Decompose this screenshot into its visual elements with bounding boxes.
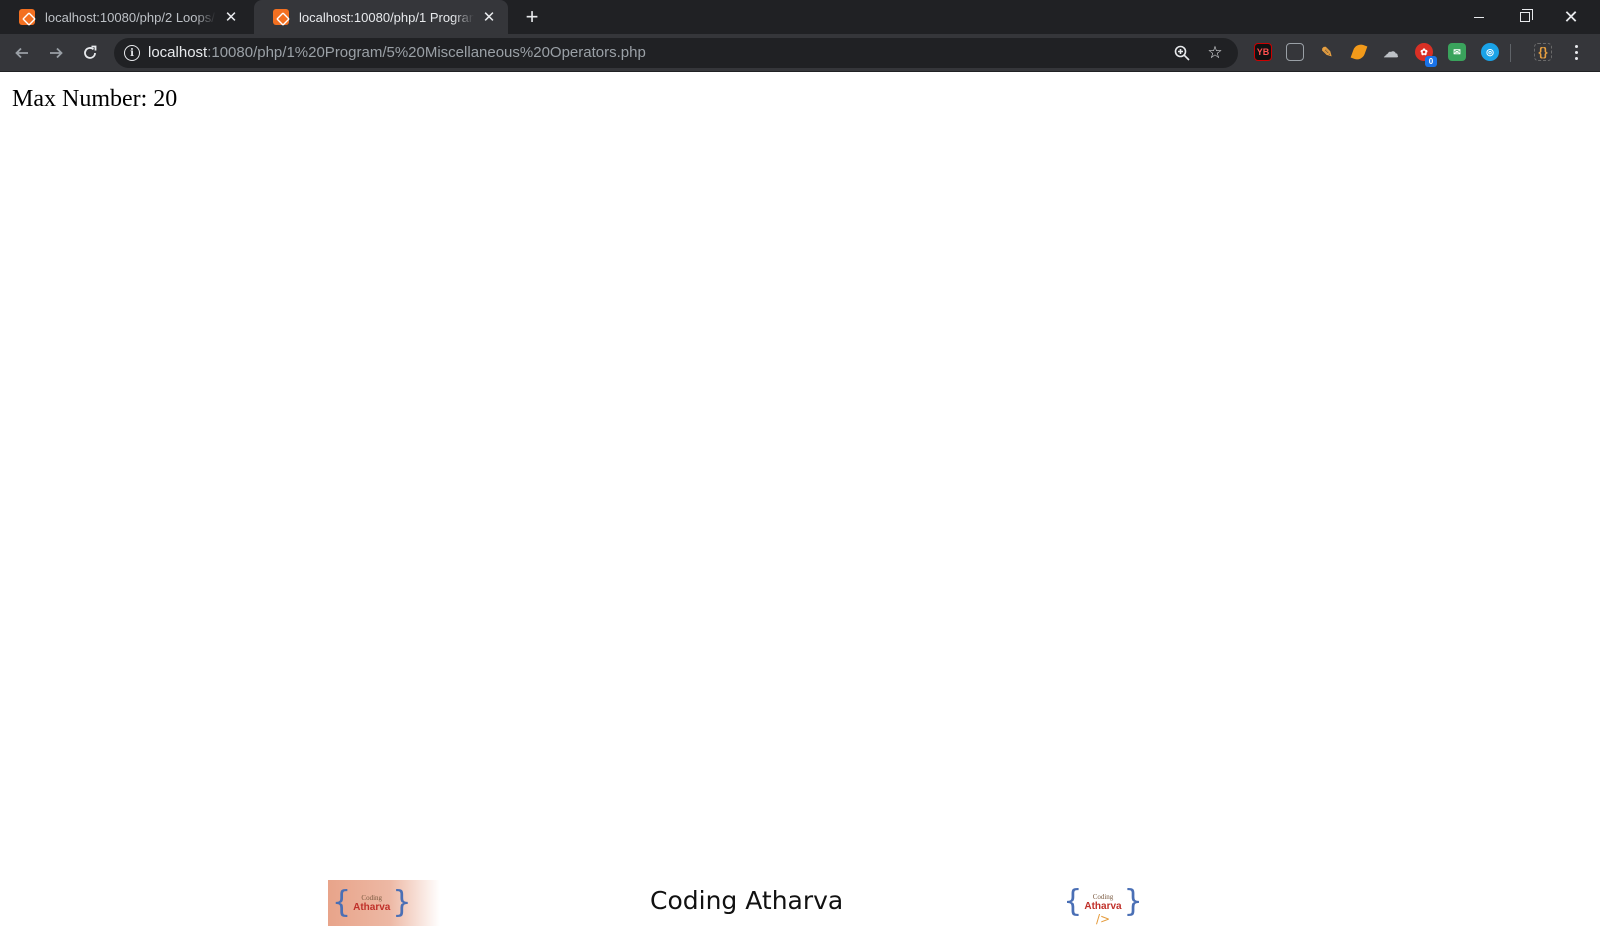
forward-button[interactable]: [42, 39, 70, 67]
restore-button[interactable]: [1502, 0, 1548, 34]
logo-brace: {: [332, 885, 352, 920]
toolbar-divider: [1510, 44, 1511, 62]
watermark-bar: { Coding Atharva } Coding Atharva { Codi…: [0, 876, 1600, 928]
info-icon[interactable]: i: [124, 45, 140, 61]
browser-titlebar: localhost:10080/php/2 Loops/5 F ✕ localh…: [0, 0, 1600, 34]
extension-badge: 0: [1425, 56, 1437, 67]
star-icon[interactable]: ☆: [1204, 42, 1226, 64]
minimize-button[interactable]: [1456, 0, 1502, 34]
back-button[interactable]: [8, 39, 36, 67]
close-icon[interactable]: ✕: [480, 8, 498, 26]
arrow-left-icon: [15, 47, 28, 59]
logo-brace: }: [1123, 884, 1143, 919]
xampp-favicon-icon: [273, 9, 289, 25]
screenshot-extension-icon[interactable]: [1286, 43, 1304, 61]
leaf-extension-icon[interactable]: [1350, 42, 1368, 62]
new-tab-button[interactable]: +: [520, 5, 544, 29]
zoom-in-icon[interactable]: [1172, 43, 1192, 63]
logo-small-text: Coding: [361, 893, 383, 902]
blue-extension-icon[interactable]: ◎: [1481, 43, 1499, 61]
eyedropper-extension-icon[interactable]: ✎: [1318, 43, 1336, 61]
logo-slash: />: [1096, 912, 1111, 926]
tab-title: localhost:10080/php/1 Program/: [299, 9, 474, 25]
tab-title: localhost:10080/php/2 Loops/5 F: [45, 9, 216, 25]
logo-big-text: Atharva: [353, 901, 391, 913]
reload-icon: [84, 45, 97, 59]
logo-small-text: Coding: [1092, 892, 1114, 901]
close-icon[interactable]: ✕: [222, 8, 240, 26]
arrow-right-icon: [50, 47, 63, 59]
logo-brace: {: [1063, 884, 1083, 919]
address-bar[interactable]: i localhost:10080/php/1%20Program/5%20Mi…: [114, 38, 1238, 68]
coding-atharva-logo-left: { Coding Atharva }: [328, 880, 440, 926]
watermark-text: Coding Atharva: [650, 886, 844, 915]
minimize-icon: [1474, 16, 1484, 18]
restore-icon: [1520, 9, 1533, 22]
profile-extension-icon[interactable]: {}: [1534, 43, 1552, 61]
tab-loops[interactable]: localhost:10080/php/2 Loops/5 F ✕: [0, 0, 250, 34]
logo-big-text: Atharva: [1084, 900, 1122, 912]
youtube-blocker-extension-icon[interactable]: YB: [1254, 43, 1272, 61]
mail-extension-icon[interactable]: ✉: [1448, 43, 1466, 61]
xampp-favicon-icon: [19, 9, 35, 25]
php-output-text: Max Number: 20: [12, 86, 178, 112]
cloud-extension-icon[interactable]: ☁: [1382, 43, 1400, 61]
tab-miscellaneous-operators[interactable]: localhost:10080/php/1 Program/ ✕: [254, 0, 508, 34]
kebab-menu-icon[interactable]: [1566, 41, 1586, 63]
url-path: :10080/php/1%20Program/5%20Miscellaneous…: [207, 44, 646, 61]
logo-brace: }: [392, 885, 412, 920]
url-text[interactable]: localhost:10080/php/1%20Program/5%20Misc…: [148, 44, 646, 61]
url-host: localhost: [148, 44, 208, 61]
reload-button[interactable]: [76, 39, 104, 67]
coding-atharva-logo-right: { Coding Atharva } />: [1063, 878, 1143, 927]
close-window-button[interactable]: ✕: [1548, 0, 1594, 34]
